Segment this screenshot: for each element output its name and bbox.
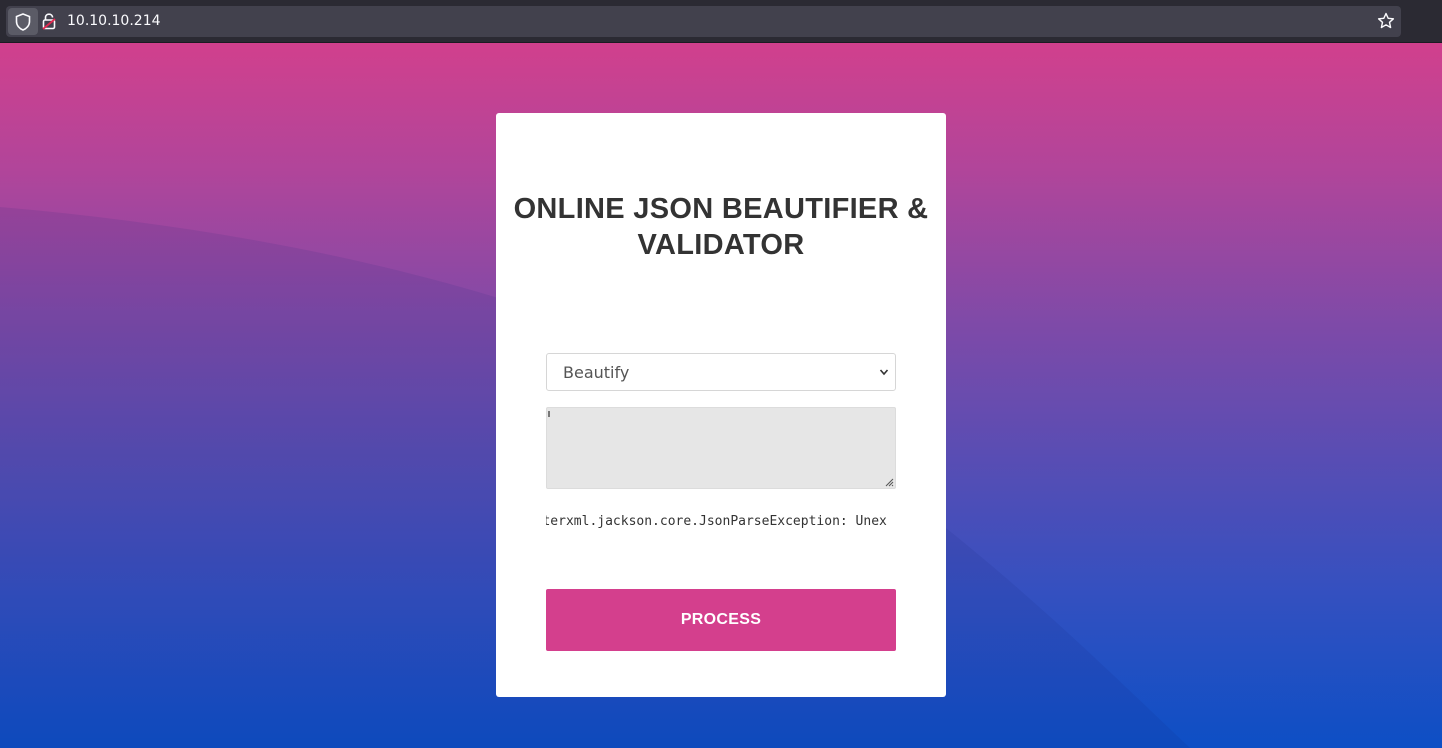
url-text[interactable]: 10.10.10.214 (67, 12, 161, 31)
address-bar[interactable]: 10.10.10.214 (6, 6, 1401, 37)
output-text: fasterxml.jackson.core.JsonParseExceptio… (546, 514, 887, 529)
lock-insecure-icon[interactable] (42, 13, 56, 30)
json-input-textarea[interactable] (546, 407, 896, 489)
process-button[interactable]: PROCESS (546, 589, 896, 651)
output-message: fasterxml.jackson.core.JsonParseExceptio… (546, 514, 896, 534)
star-icon[interactable] (1377, 12, 1395, 30)
browser-toolbar: 10.10.10.214 (0, 0, 1442, 43)
mode-select-value: Beautify (563, 363, 630, 382)
text-caret (548, 411, 550, 417)
form-card: ONLINE JSON BEAUTIFIER & VALIDATOR Beaut… (496, 113, 946, 697)
tracking-protection-button[interactable] (8, 8, 38, 35)
shield-icon (15, 12, 31, 31)
resize-handle-icon[interactable] (885, 478, 894, 487)
chevron-down-icon (879, 369, 889, 376)
page-background: ONLINE JSON BEAUTIFIER & VALIDATOR Beaut… (0, 43, 1442, 748)
page-title: ONLINE JSON BEAUTIFIER & VALIDATOR (513, 193, 929, 261)
mode-select[interactable]: Beautify (546, 353, 896, 391)
